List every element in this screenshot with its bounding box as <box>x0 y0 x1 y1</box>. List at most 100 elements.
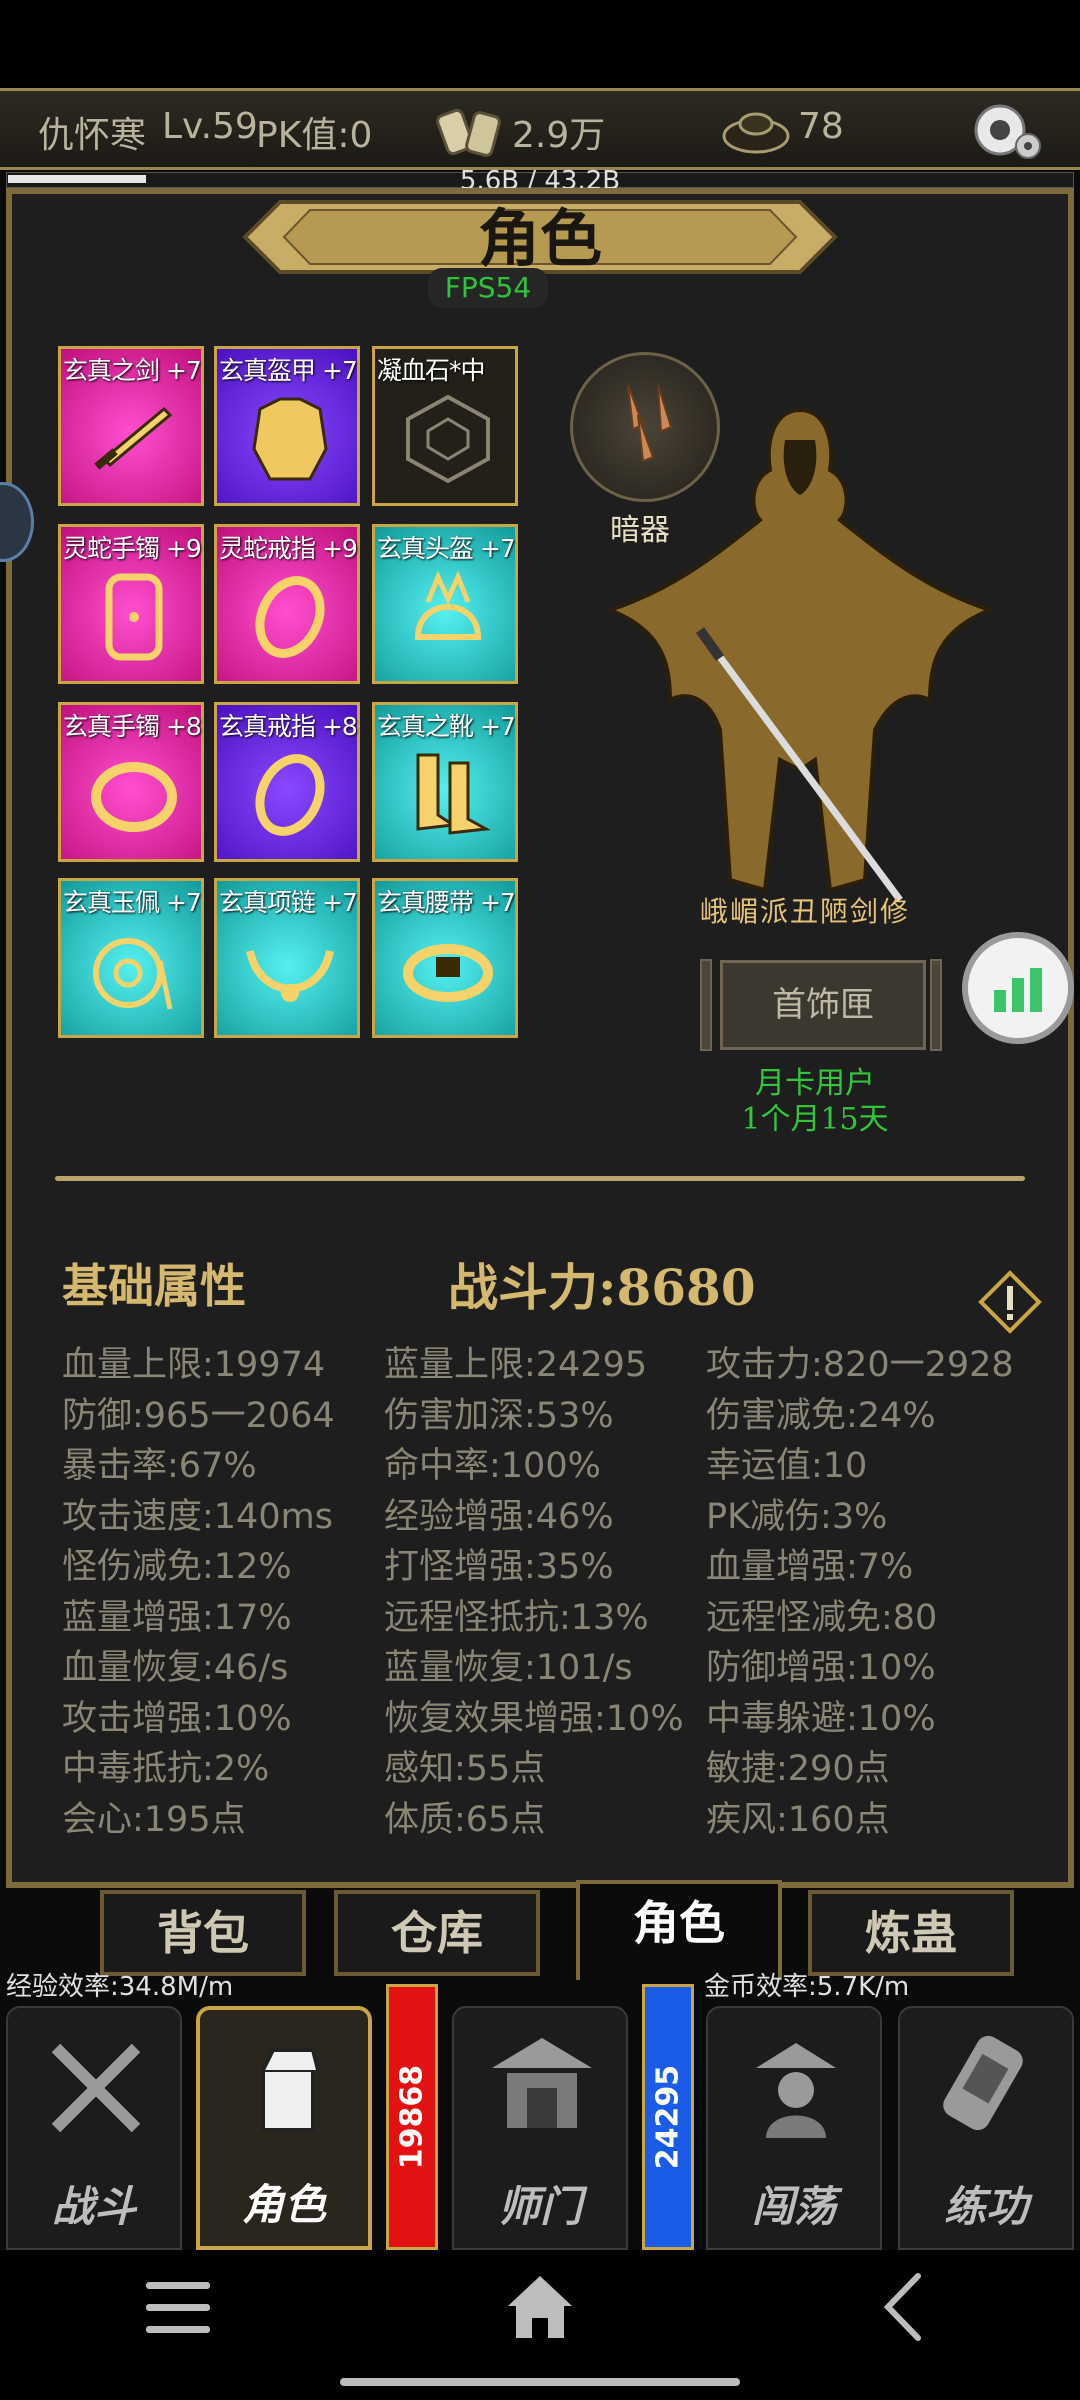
equipment-label: 玄真项链 +7 <box>219 888 358 917</box>
stat-entry: 伤害加深:53% <box>384 1395 614 1436</box>
coin-stack-icon <box>436 108 501 157</box>
ring-icon <box>255 576 325 658</box>
stat-entry: 攻击增强:10% <box>62 1698 292 1739</box>
equipment-label: 玄真之剑 +7 <box>63 356 202 385</box>
player-level: Lv.59 <box>162 106 258 147</box>
currency-amount: 2.9万 <box>512 115 606 156</box>
stat-entry: 血量上限:19974 <box>62 1345 326 1385</box>
stat-entry: 血量增强:7% <box>706 1547 914 1587</box>
equipment-slot[interactable]: 凝血石*中 <box>372 346 518 506</box>
fps-counter: FPS54 <box>428 268 548 308</box>
hp-bar: 19868 <box>386 1984 438 2250</box>
scroll-icon <box>943 2035 1023 2131</box>
wanderer-icon <box>756 2043 836 2138</box>
equipment-slot[interactable]: 玄真玉佩 +7 <box>58 878 204 1038</box>
stat-entry: 远程怪抵抗:13% <box>384 1597 649 1638</box>
stat-entry: 感知:55点 <box>384 1749 546 1789</box>
equipment-slot[interactable]: 玄真腰带 +7 <box>372 878 518 1038</box>
stat-entry: 蓝量恢复:101/s <box>384 1648 633 1688</box>
equipment-slot[interactable]: 玄真戒指 +8 <box>214 702 360 862</box>
jewelry-box-button[interactable]: 首饰匣 <box>720 960 926 1050</box>
stat-entry: 敏捷:290点 <box>706 1749 890 1789</box>
stat-entry: 中毒躲避:10% <box>706 1698 936 1739</box>
nav-label: 战斗 <box>51 2182 136 2231</box>
floating-stats-button[interactable] <box>962 932 1074 1044</box>
stat-entry: 体质:65点 <box>384 1799 546 1840</box>
sect-label: 峨嵋派丑陋剑修 <box>700 895 911 928</box>
status-bar <box>0 0 1080 88</box>
boots-icon <box>416 753 491 835</box>
crossed-swords-icon <box>51 2043 141 2133</box>
bracelet-icon <box>91 762 177 832</box>
nav-label: 角色 <box>241 2180 326 2229</box>
tab-bag[interactable]: 背包 <box>100 1890 306 1976</box>
nav-sect[interactable]: 师门 <box>452 2006 628 2250</box>
nav-adventure[interactable]: 闯荡 <box>706 2006 882 2250</box>
stat-entry: 经验增强:46% <box>384 1496 614 1537</box>
equipment-slot[interactable]: 玄真之靴 +7 <box>372 702 518 862</box>
player-name: 仇怀寒 <box>38 115 147 156</box>
ingot-amount: 78 <box>798 106 844 147</box>
stat-entry: 防御:965一2064 <box>62 1395 335 1436</box>
info-warning-icon[interactable] <box>978 1270 1042 1334</box>
stat-entry: 暴击率:67% <box>62 1446 257 1486</box>
equipment-label: 玄真玉佩 +7 <box>63 888 202 917</box>
membership-remaining: 1个月15天 <box>741 1102 889 1137</box>
helmet-icon <box>414 570 482 640</box>
stats-heading: 基础属性 <box>62 1259 246 1313</box>
stat-entry: 防御增强:10% <box>706 1648 936 1688</box>
stat-entry: 蓝量上限:24295 <box>384 1345 648 1385</box>
stat-entry: 打怪增强:35% <box>384 1547 614 1587</box>
stat-entry: 会心:195点 <box>62 1799 246 1840</box>
exp-rate: 经验效率:34.8M/m <box>6 1972 234 2002</box>
tab-warehouse[interactable]: 仓库 <box>334 1890 540 1976</box>
nav-training[interactable]: 练功 <box>898 2006 1074 2250</box>
stat-entry: 恢复效果增强:10% <box>384 1698 684 1739</box>
temple-gate-icon <box>492 2038 592 2128</box>
stat-entry: PK减伤:3% <box>706 1496 888 1537</box>
sword-icon <box>94 406 173 470</box>
armor-icon <box>252 397 328 481</box>
stat-entry: 中毒抵抗:2% <box>62 1749 270 1789</box>
bar-chart-icon <box>994 968 1042 1012</box>
back-icon[interactable] <box>878 2272 928 2342</box>
page-title: 角色 <box>477 202 602 275</box>
stat-entry: 疾风:160点 <box>706 1799 890 1840</box>
hp-value: 19868 <box>394 2064 430 2170</box>
equipment-label: 玄真戒指 +8 <box>219 712 358 741</box>
equipment-slot[interactable]: 玄真盔甲 +7 <box>214 346 360 506</box>
post-right <box>930 959 942 1051</box>
equipment-label: 玄真盔甲 +7 <box>219 356 358 385</box>
equipment-label: 玄真之靴 +7 <box>377 712 516 741</box>
ring-icon <box>255 754 325 836</box>
equipment-label: 凝血石*中 <box>377 356 486 385</box>
settings-gear-icon[interactable] <box>970 98 1050 168</box>
post-left <box>700 959 712 1051</box>
menu-icon[interactable] <box>146 2278 212 2338</box>
equipment-label: 玄真手镯 +8 <box>63 712 202 741</box>
nav-battle[interactable]: 战斗 <box>6 2006 182 2250</box>
equipment-slot[interactable]: 灵蛇戒指 +9 <box>214 524 360 684</box>
equipment-label: 玄真腰带 +7 <box>377 888 516 917</box>
equipment-label: 灵蛇手镯 +9 <box>63 534 202 563</box>
tab-character[interactable]: 角色 <box>576 1880 782 1980</box>
nav-label: 师门 <box>497 2182 582 2231</box>
pk-value: PK值:0 <box>256 115 373 156</box>
bracer-icon <box>105 573 163 661</box>
stat-entry: 命中率:100% <box>384 1446 601 1486</box>
equipment-slot[interactable]: 玄真之剑 +7 <box>58 346 204 506</box>
stat-entry: 攻击力:820一2928 <box>706 1345 1014 1385</box>
home-icon[interactable] <box>506 2272 574 2340</box>
equipment-slot[interactable]: 灵蛇手镯 +9 <box>58 524 204 684</box>
mp-bar: 24295 <box>642 1984 694 2250</box>
nav-label: 闯荡 <box>751 2182 836 2231</box>
mp-value: 24295 <box>650 2064 686 2170</box>
stat-entry: 血量恢复:46/s <box>62 1648 289 1688</box>
stat-entry: 远程怪减免:80 <box>706 1597 938 1638</box>
ingot-icon <box>722 112 790 154</box>
tab-gu[interactable]: 炼蛊 <box>808 1890 1014 1976</box>
equipment-slot[interactable]: 玄真项链 +7 <box>214 878 360 1038</box>
nav-character[interactable]: 角色 <box>196 2006 372 2250</box>
equipment-slot[interactable]: 玄真手镯 +8 <box>58 702 204 862</box>
equipment-slot[interactable]: 玄真头盔 +7 <box>372 524 518 684</box>
